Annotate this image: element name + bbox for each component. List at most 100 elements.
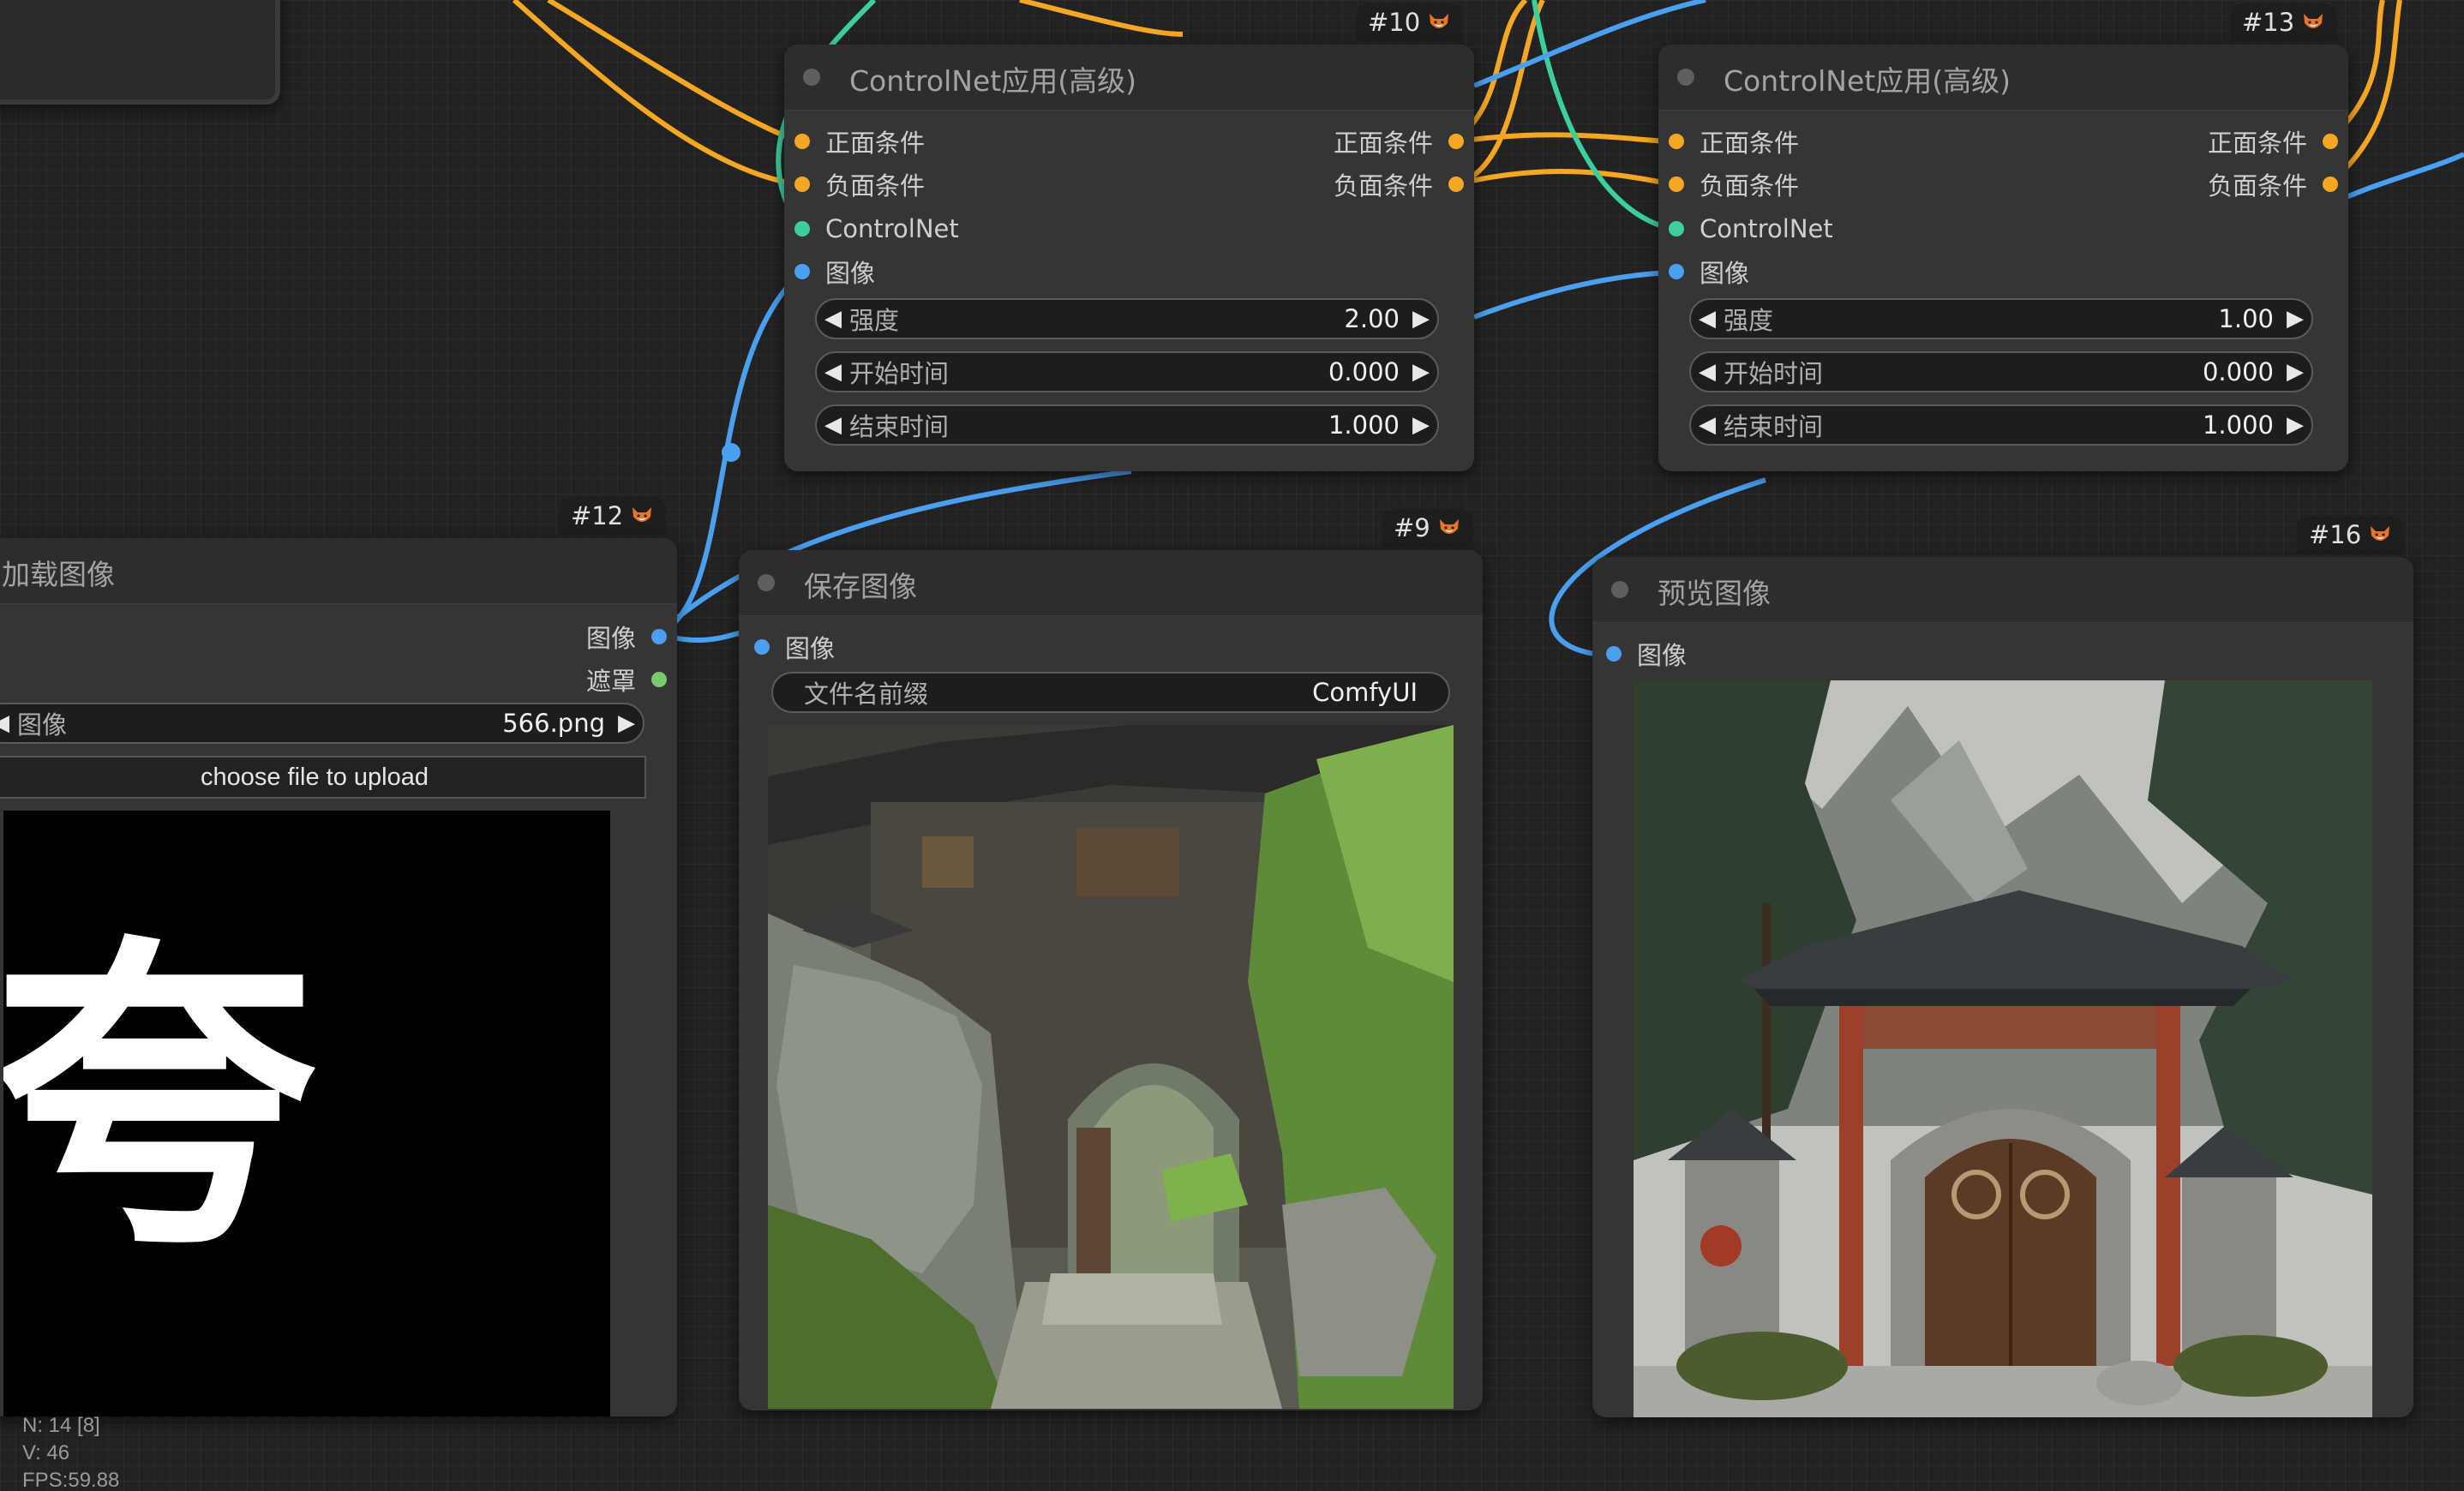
input-slot-image[interactable]: 图像 <box>1606 639 1687 670</box>
preview-glyph: 夸 <box>3 907 317 1290</box>
decrement-arrow-icon[interactable]: ◀ <box>1691 412 1724 438</box>
node-id-label: #12 <box>571 501 624 530</box>
increment-arrow-icon[interactable]: ▶ <box>2279 412 2311 438</box>
fox-icon <box>1439 519 1459 534</box>
load-image-node-12[interactable]: 加载图像 图像 遮罩 ◀ 图像 566.png ▶ choose file to… <box>0 538 677 1416</box>
node-title: 加载图像 <box>2 558 115 591</box>
start-percent-widget[interactable]: ◀ 开始时间 0.000 ▶ <box>815 351 1439 392</box>
increment-arrow-icon[interactable]: ▶ <box>1405 359 1437 385</box>
input-slot-image[interactable]: 图像 <box>754 632 835 663</box>
collapse-dot-icon[interactable] <box>1611 581 1628 598</box>
vertex-count-readout: V: 46 <box>22 1441 70 1464</box>
node-id-badge: #9 <box>1382 509 1473 547</box>
loaded-image-preview: 夸 <box>3 811 610 1416</box>
port-dot-icon[interactable] <box>1669 177 1684 192</box>
node-header[interactable]: 保存图像 <box>739 550 1483 616</box>
collapse-dot-icon[interactable] <box>803 69 820 86</box>
node-id-label: #16 <box>2309 520 2362 549</box>
node-id-label: #9 <box>1394 513 1430 542</box>
output-slot-positive[interactable]: 正面条件 <box>2208 127 2338 158</box>
port-dot-icon[interactable] <box>2323 134 2338 149</box>
node-header[interactable]: 加载图像 <box>0 538 677 604</box>
node-header[interactable]: ControlNet应用(高级) <box>784 45 1474 111</box>
node-title: 预览图像 <box>1658 577 1771 610</box>
collapse-dot-icon[interactable] <box>1677 69 1694 86</box>
port-dot-icon[interactable] <box>754 639 770 655</box>
filename-prefix-widget[interactable]: 文件名前缀 ComfyUI <box>771 672 1450 713</box>
image-file-widget[interactable]: ◀ 图像 566.png ▶ <box>0 703 644 744</box>
wire-reroute-point <box>722 443 740 462</box>
port-dot-icon[interactable] <box>1448 177 1464 192</box>
input-slot-image[interactable]: 图像 <box>794 257 875 288</box>
port-dot-icon[interactable] <box>794 177 810 192</box>
wire-conditioning <box>1452 169 1676 188</box>
node-id-label: #10 <box>1368 8 1421 37</box>
port-dot-icon[interactable] <box>651 672 667 687</box>
start-percent-widget[interactable]: ◀ 开始时间 0.000 ▶ <box>1689 351 2313 392</box>
decrement-arrow-icon[interactable]: ◀ <box>817 359 849 385</box>
increment-arrow-icon[interactable]: ▶ <box>2279 359 2311 385</box>
save-image-node-9[interactable]: 保存图像 图像 文件名前缀 ComfyUI <box>739 550 1483 1410</box>
strength-widget[interactable]: ◀ 强度 1.00 ▶ <box>1689 298 2313 339</box>
fps-readout: FPS:59.88 <box>22 1469 120 1491</box>
input-slot-controlnet[interactable]: ControlNet <box>794 214 959 243</box>
saved-image-preview <box>768 725 1454 1409</box>
output-slot-negative[interactable]: 负面条件 <box>1334 170 1464 201</box>
node-header[interactable]: ControlNet应用(高级) <box>1658 45 2348 111</box>
port-dot-icon[interactable] <box>1669 221 1684 237</box>
fox-icon <box>2304 14 2323 28</box>
increment-arrow-icon[interactable]: ▶ <box>610 710 643 736</box>
decrement-arrow-icon[interactable]: ◀ <box>0 710 17 736</box>
fox-icon <box>2371 526 2390 541</box>
output-slot-negative[interactable]: 负面条件 <box>2208 170 2338 201</box>
input-slot-positive[interactable]: 正面条件 <box>1669 127 1799 158</box>
input-slot-image[interactable]: 图像 <box>1669 257 1749 288</box>
mountain-gate-illustration <box>1634 680 2372 1417</box>
port-dot-icon[interactable] <box>794 134 810 149</box>
wire-conditioning <box>1452 132 1676 145</box>
input-slot-negative[interactable]: 负面条件 <box>1669 170 1799 201</box>
graph-canvas[interactable]: #10 ControlNet应用(高级) 正面条件 负面条件 ControlNe… <box>0 0 2464 1491</box>
preview-image-node-16[interactable]: 预览图像 图像 <box>1592 557 2413 1417</box>
wire-conditioning <box>512 0 802 188</box>
decrement-arrow-icon[interactable]: ◀ <box>1691 306 1724 332</box>
wire-conditioning <box>547 0 802 145</box>
port-dot-icon[interactable] <box>1606 646 1622 662</box>
decrement-arrow-icon[interactable]: ◀ <box>817 412 849 438</box>
output-slot-positive[interactable]: 正面条件 <box>1334 127 1464 158</box>
input-slot-controlnet[interactable]: ControlNet <box>1669 214 1833 243</box>
temple-gate-illustration <box>768 725 1454 1409</box>
port-dot-icon[interactable] <box>1669 134 1684 149</box>
input-slot-positive[interactable]: 正面条件 <box>794 127 925 158</box>
port-dot-icon[interactable] <box>794 221 810 237</box>
end-percent-widget[interactable]: ◀ 结束时间 1.000 ▶ <box>1689 404 2313 446</box>
controlnet-apply-node-13[interactable]: ControlNet应用(高级) 正面条件 负面条件 ControlNet 图像… <box>1658 45 2348 471</box>
increment-arrow-icon[interactable]: ▶ <box>2279 306 2311 332</box>
choose-file-upload-button[interactable]: choose file to upload <box>0 756 646 799</box>
node-id-badge: #13 <box>2230 3 2338 41</box>
end-percent-widget[interactable]: ◀ 结束时间 1.000 ▶ <box>815 404 1439 446</box>
port-dot-icon[interactable] <box>1669 264 1684 279</box>
increment-arrow-icon[interactable]: ▶ <box>1405 306 1437 332</box>
fox-icon <box>632 507 652 522</box>
controlnet-apply-node-10[interactable]: ControlNet应用(高级) 正面条件 负面条件 ControlNet 图像… <box>784 45 1474 471</box>
port-dot-icon[interactable] <box>794 264 810 279</box>
node-id-badge: #12 <box>559 497 667 535</box>
node-header[interactable]: 预览图像 <box>1592 557 2413 623</box>
preview-image-display <box>1634 680 2372 1417</box>
increment-arrow-icon[interactable]: ▶ <box>1405 412 1437 438</box>
node-id-badge: #16 <box>2297 516 2405 554</box>
strength-widget[interactable]: ◀ 强度 2.00 ▶ <box>815 298 1439 339</box>
port-dot-icon[interactable] <box>2323 177 2338 192</box>
decrement-arrow-icon[interactable]: ◀ <box>1691 359 1724 385</box>
node-id-label: #13 <box>2242 8 2295 37</box>
partial-node[interactable] <box>0 0 280 105</box>
node-count-readout: N: 14 [8] <box>22 1414 100 1437</box>
decrement-arrow-icon[interactable]: ◀ <box>817 306 849 332</box>
input-slot-negative[interactable]: 负面条件 <box>794 170 925 201</box>
output-slot-mask[interactable]: 遮罩 <box>586 665 667 696</box>
port-dot-icon[interactable] <box>651 629 667 644</box>
port-dot-icon[interactable] <box>1448 134 1464 149</box>
output-slot-image[interactable]: 图像 <box>586 622 667 653</box>
collapse-dot-icon[interactable] <box>758 574 775 591</box>
